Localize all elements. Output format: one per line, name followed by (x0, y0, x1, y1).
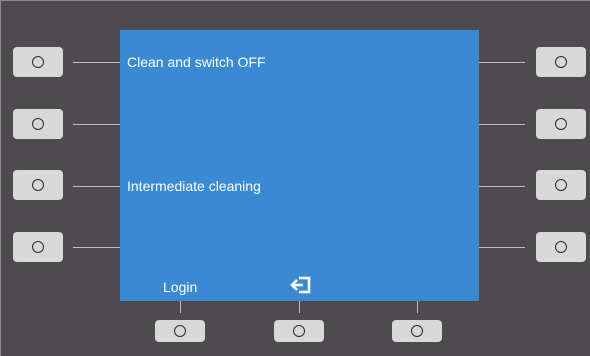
circle-icon (32, 118, 44, 130)
left-button-3[interactable] (13, 170, 63, 200)
right-button-3[interactable] (536, 170, 586, 200)
circle-icon (174, 325, 186, 337)
circle-icon (555, 179, 567, 191)
left-connector (73, 124, 120, 125)
softkey-label-left-3: Intermediate cleaning (127, 178, 261, 194)
left-button-2[interactable] (13, 109, 63, 139)
left-connector (73, 186, 120, 187)
circle-icon (293, 325, 305, 337)
bottom-button-1[interactable] (155, 320, 205, 342)
left-connector (73, 62, 120, 63)
left-connector (73, 247, 120, 248)
circle-icon (555, 241, 567, 253)
circle-icon (555, 56, 567, 68)
right-connector (479, 124, 525, 125)
right-button-4[interactable] (536, 232, 586, 262)
bottom-connector (299, 301, 300, 313)
right-connector (479, 247, 525, 248)
circle-icon (555, 118, 567, 130)
left-button-1[interactable] (13, 47, 63, 77)
right-button-2[interactable] (536, 109, 586, 139)
softkey-label-left-1: Clean and switch OFF (127, 54, 266, 70)
right-connector (479, 62, 525, 63)
bottom-button-3[interactable] (392, 320, 442, 342)
right-button-1[interactable] (536, 47, 586, 77)
display-screen (120, 30, 479, 301)
bottom-connector (180, 301, 181, 313)
circle-icon (32, 241, 44, 253)
softkey-label-bottom-1: Login (163, 279, 198, 295)
circle-icon (411, 325, 423, 337)
circle-icon (32, 179, 44, 191)
left-button-4[interactable] (13, 232, 63, 262)
right-connector (479, 186, 525, 187)
logout-icon (290, 276, 311, 294)
circle-icon (32, 56, 44, 68)
bottom-connector (417, 301, 418, 313)
bottom-button-2[interactable] (274, 320, 324, 342)
